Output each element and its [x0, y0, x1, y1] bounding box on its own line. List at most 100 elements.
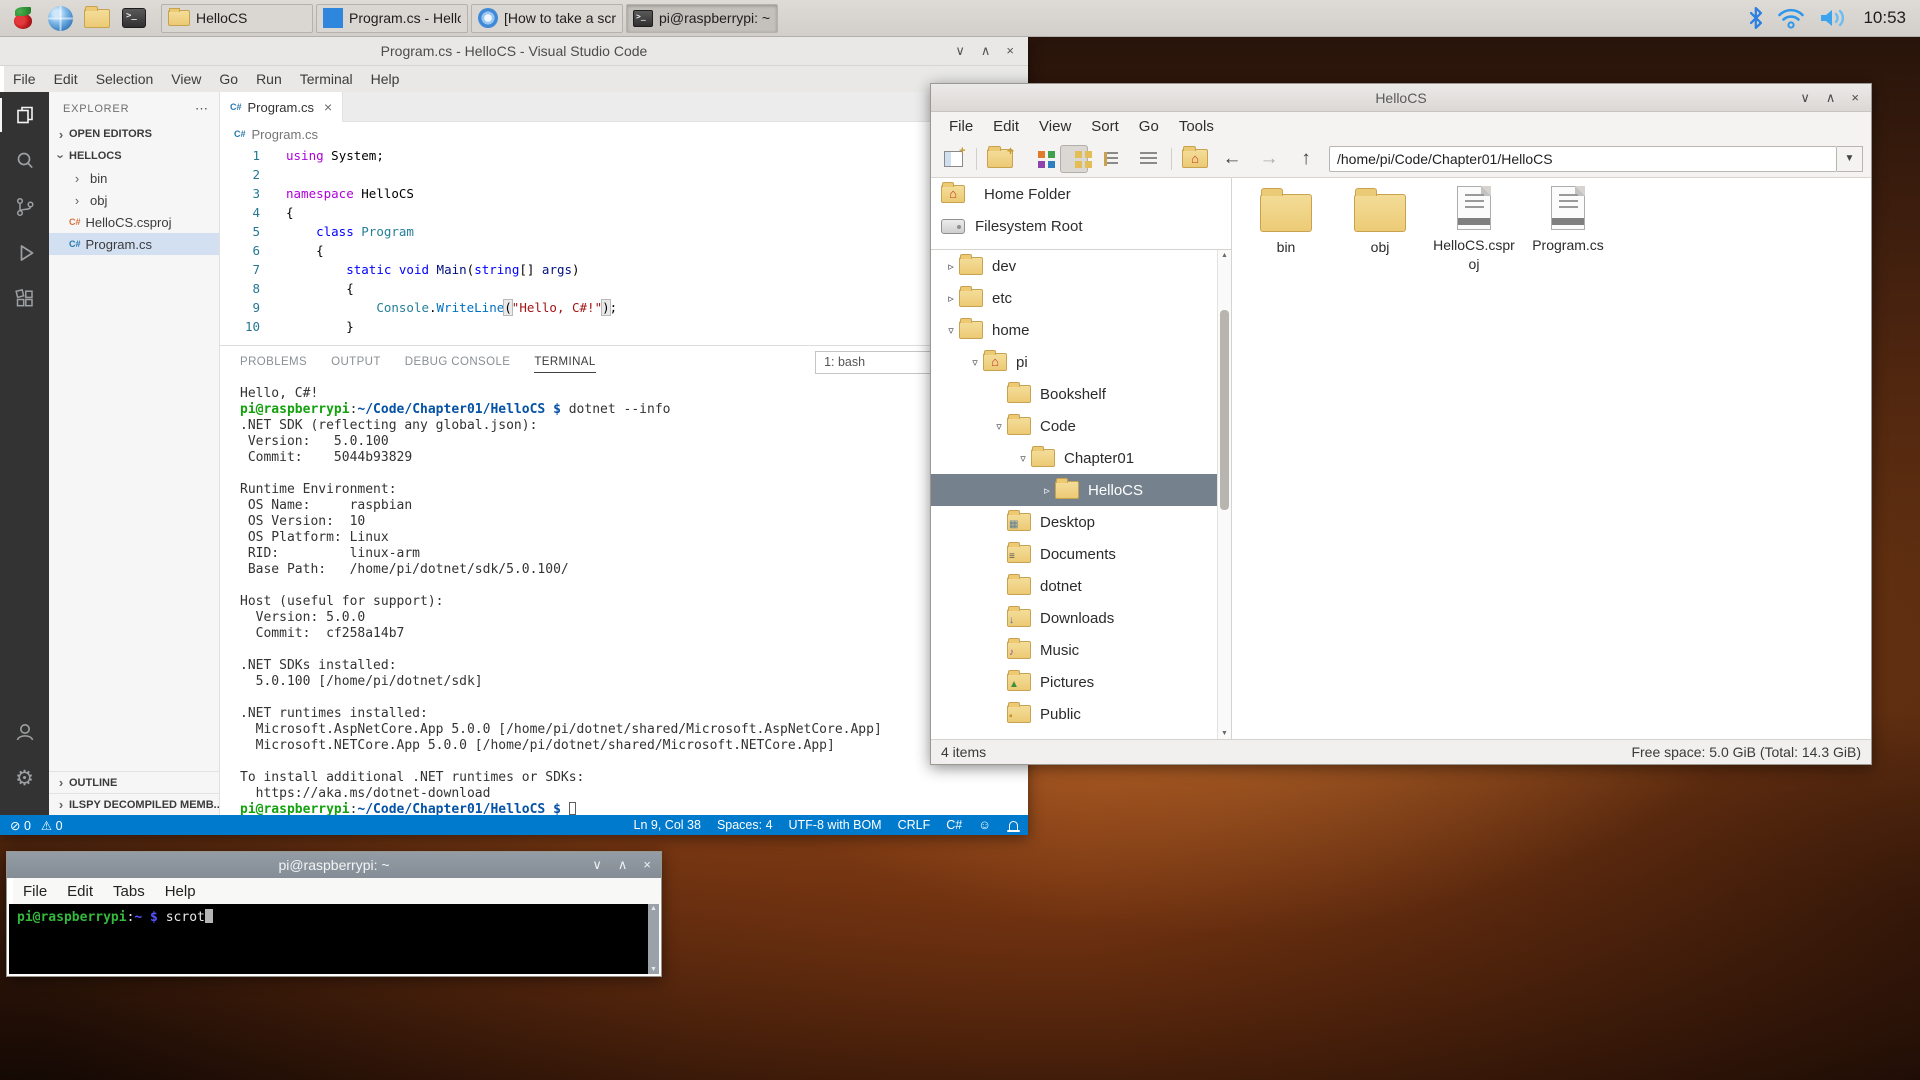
- launcher-terminal[interactable]: [119, 3, 149, 33]
- terminal-menu-tabs[interactable]: Tabs: [103, 880, 155, 903]
- bluetooth-icon[interactable]: [1749, 7, 1763, 29]
- wifi-icon[interactable]: [1777, 7, 1805, 29]
- file-item-Program.cs[interactable]: Program.cs: [1522, 186, 1614, 255]
- terminal-screen[interactable]: pi@raspberrypi:~ $ scrot: [9, 904, 659, 974]
- tree-item-home[interactable]: ▿home: [931, 314, 1217, 346]
- place-home-folder[interactable]: ⌂Home Folder: [931, 178, 1231, 210]
- expander-open-icon[interactable]: ▿: [943, 324, 959, 337]
- vscode-menu-file[interactable]: File: [4, 68, 45, 90]
- fm-menu-file[interactable]: File: [939, 115, 983, 138]
- clock[interactable]: 10:53: [1863, 8, 1906, 28]
- tree-item-dotnet[interactable]: dotnet: [931, 570, 1217, 602]
- tree-item-Chapter01[interactable]: ▿Chapter01: [931, 442, 1217, 474]
- terminal-titlebar[interactable]: pi@raspberrypi: ~ ∨∧×: [7, 852, 661, 878]
- close-tab-icon[interactable]: ×: [324, 99, 332, 115]
- launcher-web-browser[interactable]: [45, 3, 75, 33]
- launcher-file-manager[interactable]: [82, 3, 112, 33]
- maximize-icon[interactable]: ∧: [1826, 91, 1836, 104]
- status-item[interactable]: C#: [946, 818, 962, 832]
- status-item[interactable]: UTF-8 with BOM: [789, 818, 882, 832]
- scroll-down-icon[interactable]: ▼: [1218, 730, 1231, 737]
- maximize-icon[interactable]: ∧: [981, 44, 991, 57]
- taskbar-window-button-0[interactable]: HelloCS: [161, 4, 313, 33]
- vscode-menu-terminal[interactable]: Terminal: [291, 68, 362, 90]
- taskbar-window-button-2[interactable]: [How to take a screen...: [471, 4, 623, 33]
- tab-program-cs[interactable]: C# Program.cs ×: [220, 92, 343, 122]
- tree-item-Desktop[interactable]: ▦Desktop: [931, 506, 1217, 538]
- tree-item-dev[interactable]: ▹dev: [931, 250, 1217, 282]
- vscode-menu-selection[interactable]: Selection: [87, 68, 163, 90]
- explorer-icon[interactable]: [0, 92, 49, 138]
- code-editor[interactable]: 1using System;23namespace HelloCS4{5 cla…: [220, 146, 1028, 345]
- close-icon[interactable]: ×: [1006, 44, 1014, 57]
- file-item-bin[interactable]: bin: [1240, 186, 1332, 257]
- notifications-bell-icon[interactable]: [1009, 821, 1018, 830]
- integrated-terminal[interactable]: Hello, C#!pi@raspberrypi:~/Code/Chapter0…: [240, 386, 1024, 811]
- tree-item-Public[interactable]: ▪Public: [931, 698, 1217, 730]
- path-bar[interactable]: /home/pi/Code/Chapter01/HelloCS: [1329, 146, 1837, 172]
- vscode-menu-run[interactable]: Run: [247, 68, 291, 90]
- expander-open-icon[interactable]: ▿: [991, 420, 1007, 433]
- minimize-icon[interactable]: ∨: [955, 44, 965, 57]
- new-folder-button[interactable]: [986, 145, 1014, 173]
- fm-menu-sort[interactable]: Sort: [1081, 115, 1129, 138]
- file-item-HelloCS.csproj[interactable]: HelloCS.csproj: [1428, 186, 1520, 274]
- tree-item-etc[interactable]: ▹etc: [931, 282, 1217, 314]
- tree-item-HelloCS[interactable]: ▹HelloCS: [931, 474, 1217, 506]
- minimize-icon[interactable]: ∨: [592, 858, 602, 871]
- status-item[interactable]: Ln 9, Col 38: [634, 818, 701, 832]
- fm-menu-go[interactable]: Go: [1129, 115, 1169, 138]
- tree-item-pi[interactable]: ▿⌂pi: [931, 346, 1217, 378]
- vscode-menu-help[interactable]: Help: [362, 68, 409, 90]
- problems-status[interactable]: ⊘ 0 ⚠ 0: [10, 818, 63, 833]
- tree-item-Documents[interactable]: ≡Documents: [931, 538, 1217, 570]
- run-debug-icon[interactable]: [0, 230, 49, 276]
- fm-menu-view[interactable]: View: [1029, 115, 1081, 138]
- detailed-view-button[interactable]: [1134, 145, 1162, 173]
- place-filesystem-root[interactable]: Filesystem Root: [931, 210, 1231, 242]
- minimize-icon[interactable]: ∨: [1800, 91, 1810, 104]
- section-ilspy-decompiled-memb-[interactable]: ›ILSPY DECOMPILED MEMB...: [49, 793, 219, 815]
- terminal-menu-help[interactable]: Help: [155, 880, 206, 903]
- settings-gear-icon[interactable]: ⚙: [0, 755, 49, 801]
- panel-tab-problems[interactable]: PROBLEMS: [240, 352, 307, 373]
- launcher-menu[interactable]: [8, 3, 38, 33]
- back-button[interactable]: ←: [1218, 145, 1246, 173]
- terminal-scrollbar[interactable]: [648, 904, 659, 974]
- vscode-menu-go[interactable]: Go: [210, 68, 247, 90]
- taskbar-window-button-1[interactable]: Program.cs - HelloCS...: [316, 4, 468, 33]
- panel-tab-terminal[interactable]: TERMINAL: [534, 352, 595, 373]
- account-icon[interactable]: [0, 709, 49, 755]
- more-actions-icon[interactable]: ⋯: [195, 101, 209, 117]
- tree-item-Pictures[interactable]: ▲Pictures: [931, 666, 1217, 698]
- tree-item-Code[interactable]: ▿Code: [931, 410, 1217, 442]
- file-item-obj[interactable]: obj: [1334, 186, 1426, 257]
- icon-view-button[interactable]: [1060, 145, 1088, 173]
- terminal-menu-file[interactable]: File: [13, 880, 57, 903]
- expander-open-icon[interactable]: ▿: [1015, 452, 1031, 465]
- home-button[interactable]: ⌂: [1181, 145, 1209, 173]
- expander-closed-icon[interactable]: ▹: [943, 292, 959, 305]
- forward-button[interactable]: →: [1255, 145, 1283, 173]
- path-dropdown-button[interactable]: ▼: [1837, 146, 1863, 172]
- source-control-icon[interactable]: [0, 184, 49, 230]
- thumbnail-view-button[interactable]: [1023, 145, 1051, 173]
- explorer-item-obj[interactable]: ›obj: [49, 189, 219, 211]
- status-item[interactable]: Spaces: 4: [717, 818, 773, 832]
- maximize-icon[interactable]: ∧: [618, 858, 628, 871]
- tree-item-Music[interactable]: ♪Music: [931, 634, 1217, 666]
- expander-open-icon[interactable]: ▿: [967, 356, 983, 369]
- vscode-titlebar[interactable]: Program.cs - HelloCS - Visual Studio Cod…: [0, 37, 1028, 66]
- fm-menu-tools[interactable]: Tools: [1169, 115, 1224, 138]
- up-button[interactable]: ↑: [1292, 145, 1320, 173]
- status-item[interactable]: CRLF: [898, 818, 931, 832]
- scroll-up-icon[interactable]: ▲: [1218, 252, 1231, 259]
- taskbar-window-button-3[interactable]: pi@raspberrypi: ~: [626, 4, 778, 33]
- extensions-icon[interactable]: [0, 276, 49, 322]
- volume-icon[interactable]: [1819, 7, 1849, 29]
- explorer-item-bin[interactable]: ›bin: [49, 167, 219, 189]
- fm-titlebar[interactable]: HelloCS ∨∧×: [931, 84, 1871, 112]
- panel-tab-debug-console[interactable]: DEBUG CONSOLE: [405, 352, 511, 373]
- vscode-menu-edit[interactable]: Edit: [45, 68, 87, 90]
- search-icon[interactable]: [0, 138, 49, 184]
